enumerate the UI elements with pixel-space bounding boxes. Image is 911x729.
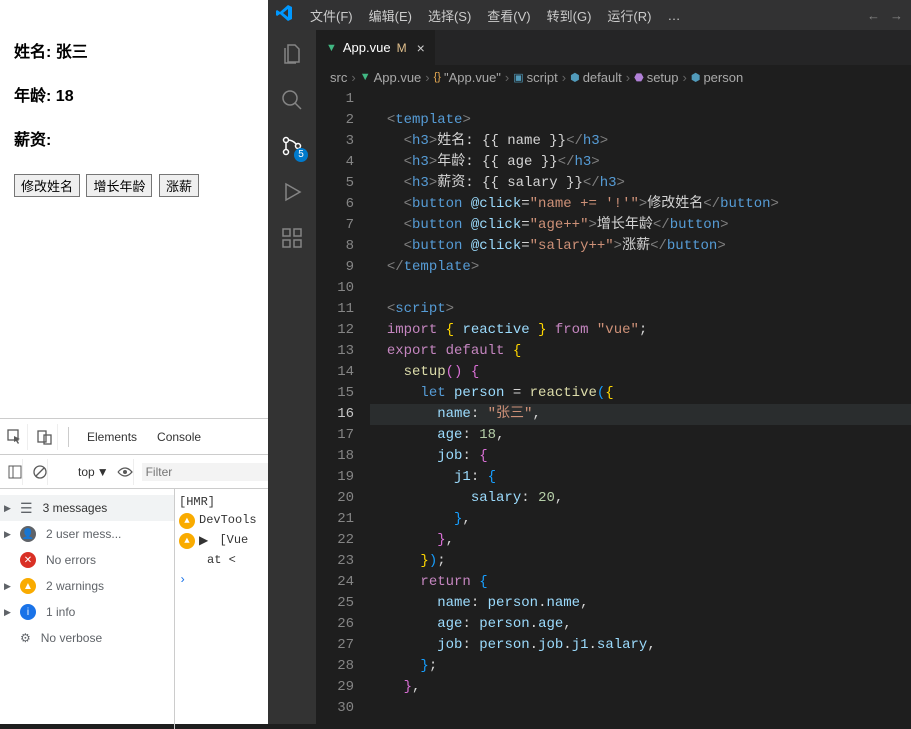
rename-button[interactable]: 修改姓名 bbox=[14, 174, 80, 197]
breadcrumb[interactable]: src› ▼App.vue› {}"App.vue"› ▣script› ⬢de… bbox=[316, 65, 911, 89]
log-vue-warn: ▲▶ [Vue bbox=[179, 533, 264, 549]
menu-run[interactable]: 运行(R) bbox=[601, 6, 657, 25]
menu-edit[interactable]: 编辑(E) bbox=[363, 6, 418, 25]
inspect-icon[interactable] bbox=[2, 424, 28, 450]
log-vue-at: at < bbox=[179, 553, 264, 567]
debug-icon[interactable] bbox=[278, 178, 306, 206]
code-editor[interactable]: 1234567891011121314151617181920212223242… bbox=[316, 89, 911, 724]
sidebar-toggle-icon[interactable] bbox=[8, 459, 23, 485]
tab-filename: App.vue bbox=[343, 40, 391, 55]
browser-preview-pane: 姓名: 张三 年龄: 18 薪资: 修改姓名 增长年龄 涨薪 Elements … bbox=[0, 0, 268, 724]
eye-icon[interactable] bbox=[117, 459, 134, 485]
vue-file-icon: ▼ bbox=[326, 42, 337, 54]
clear-icon[interactable] bbox=[33, 459, 48, 485]
explorer-icon[interactable] bbox=[278, 40, 306, 68]
menu-goto[interactable]: 转到(G) bbox=[541, 6, 598, 25]
activity-bar: 5 bbox=[268, 30, 316, 724]
menu-view[interactable]: 查看(V) bbox=[481, 6, 536, 25]
file-tab[interactable]: ▼ App.vue M × bbox=[316, 30, 436, 65]
gutter: 1234567891011121314151617181920212223242… bbox=[316, 89, 370, 724]
extensions-icon[interactable] bbox=[278, 224, 306, 252]
preview-salary: 薪资: bbox=[14, 126, 254, 150]
devtools-panel: Elements Console top▼ ▶☰3 messages ▶👤2 u… bbox=[0, 418, 268, 724]
close-icon[interactable]: × bbox=[417, 40, 425, 56]
summary-verbose[interactable]: ⚙No verbose bbox=[0, 625, 174, 651]
menu-file[interactable]: 文件(F) bbox=[304, 6, 359, 25]
menu-more[interactable]: … bbox=[661, 8, 686, 23]
titlebar: 文件(F) 编辑(E) 选择(S) 查看(V) 转到(G) 运行(R) … ← … bbox=[268, 0, 911, 30]
inc-age-button[interactable]: 增长年龄 bbox=[86, 174, 152, 197]
nav-back-icon[interactable]: ← bbox=[867, 8, 880, 23]
context-dropdown[interactable]: top▼ bbox=[78, 465, 109, 479]
tab-bar: ▼ App.vue M × bbox=[316, 30, 911, 65]
scm-badge: 5 bbox=[294, 148, 308, 162]
vscode-logo-icon bbox=[276, 5, 292, 26]
device-icon[interactable] bbox=[32, 424, 58, 450]
nav-fwd-icon[interactable]: → bbox=[890, 8, 903, 23]
summary-user[interactable]: ▶👤2 user mess... bbox=[0, 521, 174, 547]
tab-console[interactable]: Console bbox=[147, 430, 211, 444]
menu-select[interactable]: 选择(S) bbox=[422, 6, 477, 25]
tab-elements[interactable]: Elements bbox=[77, 430, 147, 444]
vscode-window: 文件(F) 编辑(E) 选择(S) 查看(V) 转到(G) 运行(R) … ← … bbox=[268, 0, 911, 724]
summary-errors[interactable]: ✕No errors bbox=[0, 547, 174, 573]
preview-name: 姓名: 张三 bbox=[14, 38, 254, 62]
preview-age: 年龄: 18 bbox=[14, 82, 254, 106]
console-prompt[interactable]: › bbox=[179, 573, 264, 587]
summary-warnings[interactable]: ▶▲2 warnings bbox=[0, 573, 174, 599]
summary-messages[interactable]: ▶☰3 messages bbox=[0, 495, 174, 521]
inc-salary-button[interactable]: 涨薪 bbox=[159, 174, 199, 197]
summary-info[interactable]: ▶i1 info bbox=[0, 599, 174, 625]
search-icon[interactable] bbox=[278, 86, 306, 114]
tab-modified-indicator: M bbox=[397, 41, 407, 55]
log-hmr: [HMR] bbox=[179, 495, 264, 509]
log-devtools: ▲DevTools bbox=[179, 513, 264, 529]
scm-icon[interactable]: 5 bbox=[278, 132, 306, 160]
